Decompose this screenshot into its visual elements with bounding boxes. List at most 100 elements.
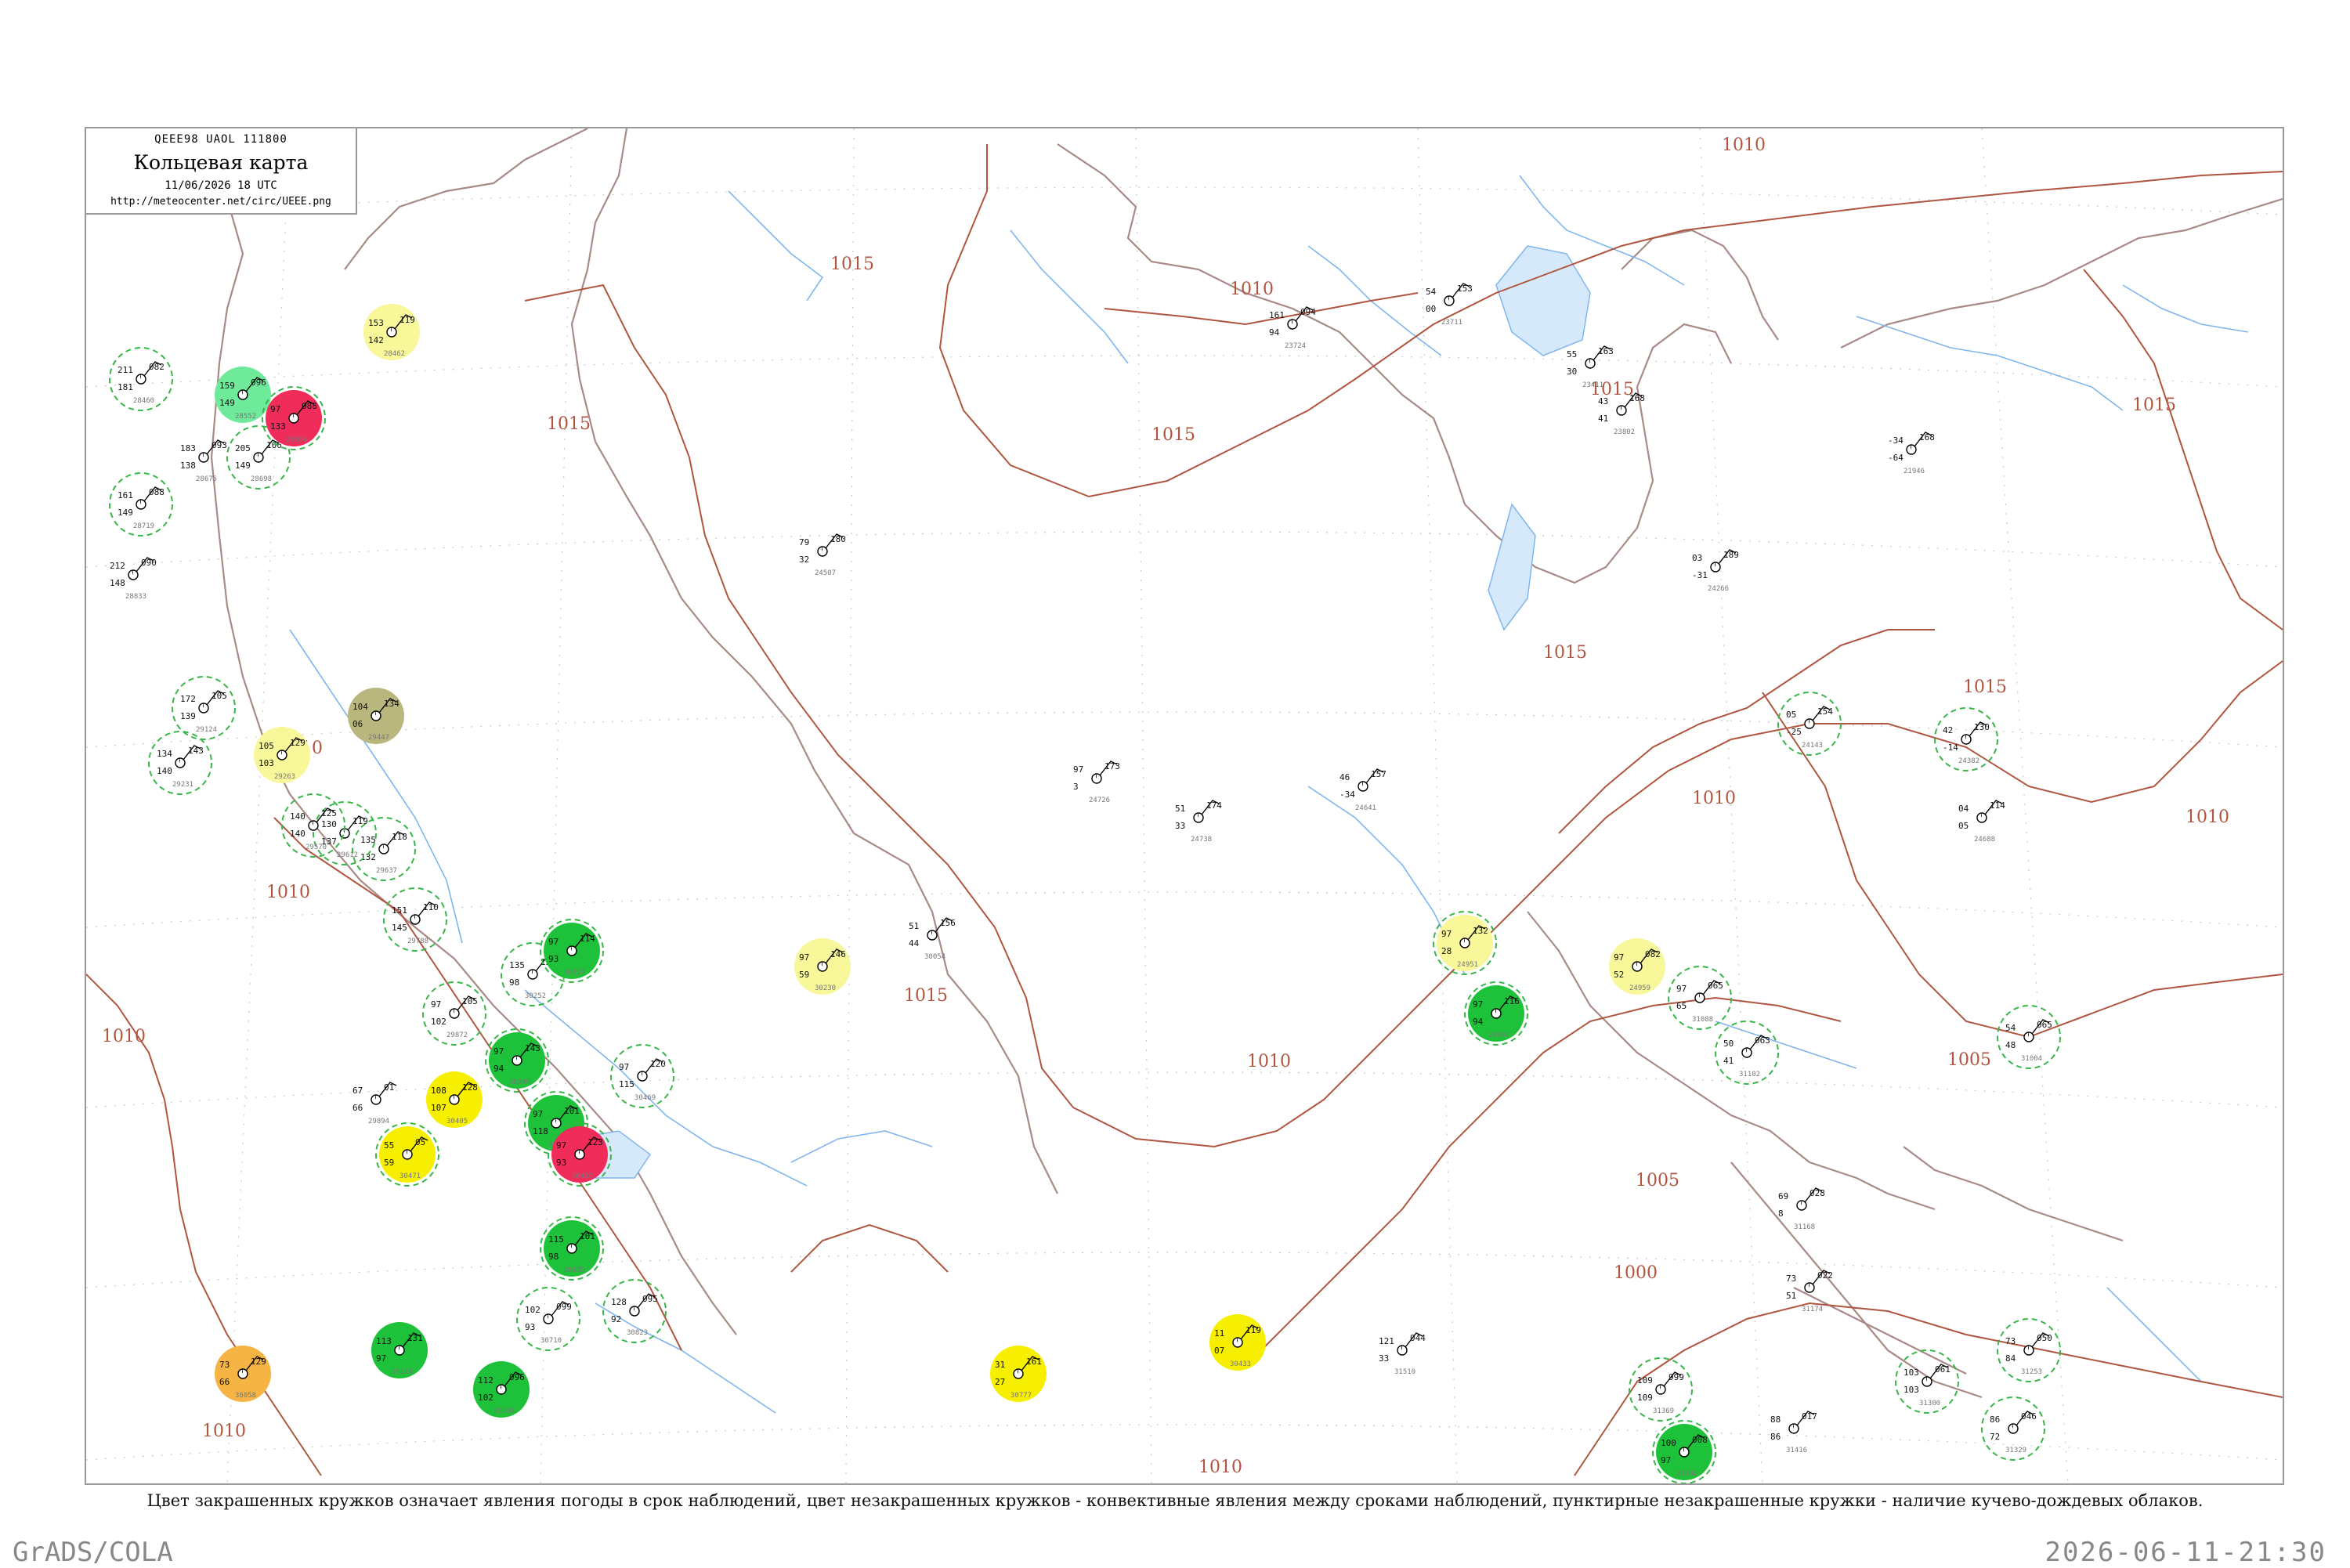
station-index: 30777 <box>1010 1392 1032 1400</box>
station-pressure: 173 <box>1104 761 1120 771</box>
station-30337: 114 97 93 30337 <box>540 919 604 983</box>
station-pressure: 05 <box>415 1137 425 1147</box>
station-29231: 143 134 14029231 <box>148 731 212 795</box>
station-temperature: 97 <box>270 404 280 414</box>
station-temperature: 51 <box>909 921 919 931</box>
station-index: 24641 <box>1355 804 1376 812</box>
station-dewpoint: 140 <box>157 766 172 776</box>
station-temperature: 97 <box>548 937 559 947</box>
station-28719: 088 161 14928719 <box>109 472 173 537</box>
station-dewpoint: 148 <box>110 578 125 588</box>
isobar-label: 1010 <box>102 1027 146 1046</box>
station-23724: 094 161 94 23724 <box>1269 306 1316 350</box>
station-dewpoint: 33 <box>1175 821 1185 831</box>
station-index: 28696 <box>286 436 307 444</box>
station-dewpoint: 142 <box>368 335 384 345</box>
isobar-label: 1010 <box>1247 1052 1291 1071</box>
station-30710: 099 102 93 30710 <box>516 1287 580 1351</box>
station-index: 24266 <box>1708 585 1729 593</box>
station-pressure: 096 <box>251 378 266 388</box>
station-29124: 105 172 13929124 <box>172 676 236 740</box>
station-temperature: 172 <box>180 694 196 704</box>
station-29637: 11813513229637 <box>352 817 416 881</box>
station-temperature: 51 <box>1175 804 1185 814</box>
station-30635: 101 115 98 30635 <box>540 1216 604 1281</box>
station-index: 31416 <box>1786 1447 1807 1454</box>
station-index: 28719 <box>133 522 154 530</box>
isobar-label: 1010 <box>202 1422 246 1441</box>
station-31369: 99910910931369 <box>1629 1357 1693 1422</box>
station-temperature: 97 <box>1614 952 1624 963</box>
station-temperature: 108 <box>431 1086 446 1096</box>
station-temperature: 11 <box>1214 1328 1224 1339</box>
station-pressure: 095 <box>642 1294 658 1304</box>
isobar-label: 1015 <box>904 986 948 1006</box>
station-24959: 082 97 52 24959 <box>1609 938 1665 995</box>
station-dewpoint: -14 <box>1943 742 1958 753</box>
station-temperature: 54 <box>2005 1023 2016 1033</box>
station-dewpoint: 138 <box>180 461 196 471</box>
station-pressure: 046 <box>2021 1411 2037 1422</box>
station-23802: 168 43 41 23802 <box>1598 392 1645 436</box>
station-dewpoint: 118 <box>533 1126 548 1136</box>
station-pressure: 999 <box>1668 1372 1684 1382</box>
station-31388: 008 100 97 31388 <box>1652 1420 1716 1483</box>
station-temperature: 31 <box>995 1360 1005 1370</box>
station-index: 24507 <box>815 569 836 577</box>
station-temperature: 97 <box>494 1046 504 1057</box>
station-index: 24726 <box>1089 797 1110 804</box>
station-pressure: 129 <box>251 1357 266 1367</box>
station-temperature: 100 <box>1661 1438 1676 1448</box>
station-pressure: 123 <box>588 1137 603 1147</box>
station-31300: 06110310331300 <box>1895 1349 1959 1414</box>
station-index: 28460 <box>133 397 154 405</box>
station-index: 23411 <box>1582 381 1603 389</box>
station-index: 29872 <box>446 1031 468 1039</box>
station-30054: 156 51 44 30054 <box>909 917 956 961</box>
station-29788: 110 151 14529788 <box>383 887 447 952</box>
station-index: 24688 <box>1974 836 1995 844</box>
station-dewpoint: 133 <box>270 421 286 432</box>
station-30309: 143 97 94 30309 <box>485 1028 549 1093</box>
station-dewpoint: 07 <box>1214 1346 1224 1356</box>
station-index: 31088 <box>1692 1016 1713 1024</box>
station-dewpoint: 94 <box>1473 1017 1484 1027</box>
station-pressure: 168 <box>1919 432 1935 443</box>
station-pressure: 189 <box>1723 550 1739 560</box>
station-dewpoint: 107 <box>431 1103 446 1113</box>
station-pressure: 134 <box>384 699 400 709</box>
station-35121: 131 113 97 35121 <box>371 1322 428 1378</box>
station-pressure: 146 <box>830 949 846 959</box>
station-pressure: 130 <box>1974 722 1990 732</box>
station-temperature: 97 <box>619 1062 629 1072</box>
station-dewpoint: 65 <box>1676 1001 1687 1011</box>
isobar-label: 1010 <box>2186 807 2229 827</box>
station-dewpoint: 97 <box>1661 1455 1671 1465</box>
station-dewpoint: 102 <box>431 1017 446 1027</box>
station-pressure: 017 <box>1802 1411 1817 1422</box>
station-temperature: 97 <box>1441 929 1452 939</box>
station-dewpoint: 103 <box>258 758 274 768</box>
station-dewpoint: 00 <box>1426 304 1436 314</box>
isobar-label: 1010 <box>1198 1458 1242 1477</box>
station-index: 24951 <box>1457 961 1478 969</box>
station-dewpoint: 109 <box>1637 1393 1653 1403</box>
station-temperature: 102 <box>525 1305 540 1315</box>
station-pressure: 174 <box>1206 800 1222 811</box>
station-temperature: 88 <box>1770 1414 1781 1425</box>
station-pressure: 120 <box>650 1059 666 1069</box>
station-dewpoint: 103 <box>1904 1385 1919 1395</box>
station-temperature: 97 <box>799 952 809 963</box>
station-dewpoint: 145 <box>392 923 407 933</box>
station-index: 31168 <box>1794 1223 1815 1231</box>
station-35188: 096 112 10235188 <box>473 1361 530 1418</box>
station-pressure: 008 <box>1692 1435 1708 1445</box>
station-dewpoint: 66 <box>219 1377 230 1387</box>
station-dewpoint: 102 <box>478 1393 494 1403</box>
station-index: 28698 <box>251 475 272 483</box>
isobar-label: 1000 <box>1614 1263 1658 1283</box>
station-31253: 050 73 84 31253 <box>1997 1318 2061 1382</box>
station-dewpoint: 139 <box>180 711 196 721</box>
station-29263: 129 105 10329263 <box>254 727 310 783</box>
station-pressure: 063 <box>1755 1035 1770 1046</box>
